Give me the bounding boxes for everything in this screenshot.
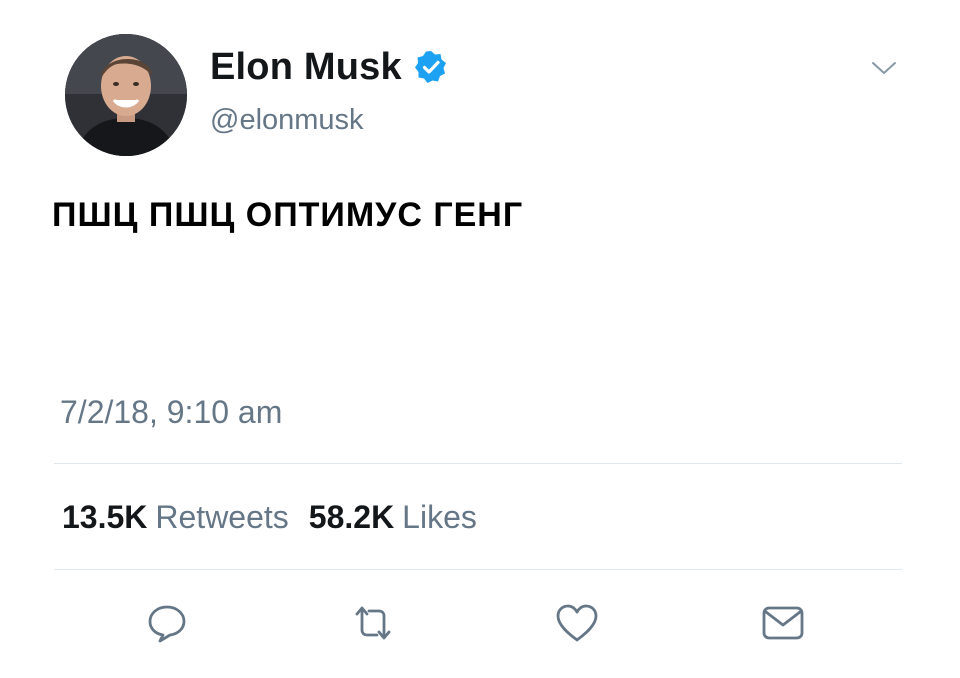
retweet-icon [355, 606, 391, 640]
reply-button[interactable] [144, 600, 190, 646]
tweet-stats: 13.5K Retweets 58.2K Likes [62, 499, 497, 536]
direct-message-button[interactable] [760, 600, 806, 646]
retweet-button[interactable] [350, 600, 396, 646]
verified-badge-icon [414, 51, 446, 83]
tweet-timestamp[interactable]: 7/2/18, 9:10 am [60, 394, 282, 431]
retweets-label[interactable]: Retweets [155, 499, 288, 536]
profile-photo-icon [65, 34, 187, 156]
like-button[interactable] [554, 600, 600, 646]
likes-count[interactable]: 58.2K [309, 499, 394, 536]
envelope-icon [762, 606, 804, 640]
name-row: Elon Musk [210, 44, 448, 90]
tweet-text: ПШЦ ПШЦ ОПТИМУС ГЕНГ [52, 196, 524, 234]
divider [54, 463, 902, 464]
reply-icon [148, 605, 186, 643]
heart-icon [556, 604, 598, 642]
display-name[interactable]: Elon Musk [210, 46, 402, 89]
avatar[interactable] [65, 34, 187, 156]
likes-label[interactable]: Likes [402, 499, 477, 536]
retweets-count[interactable]: 13.5K [62, 499, 147, 536]
divider [54, 569, 902, 570]
user-handle[interactable]: @elonmusk [210, 104, 364, 137]
chevron-down-icon[interactable] [870, 58, 898, 78]
